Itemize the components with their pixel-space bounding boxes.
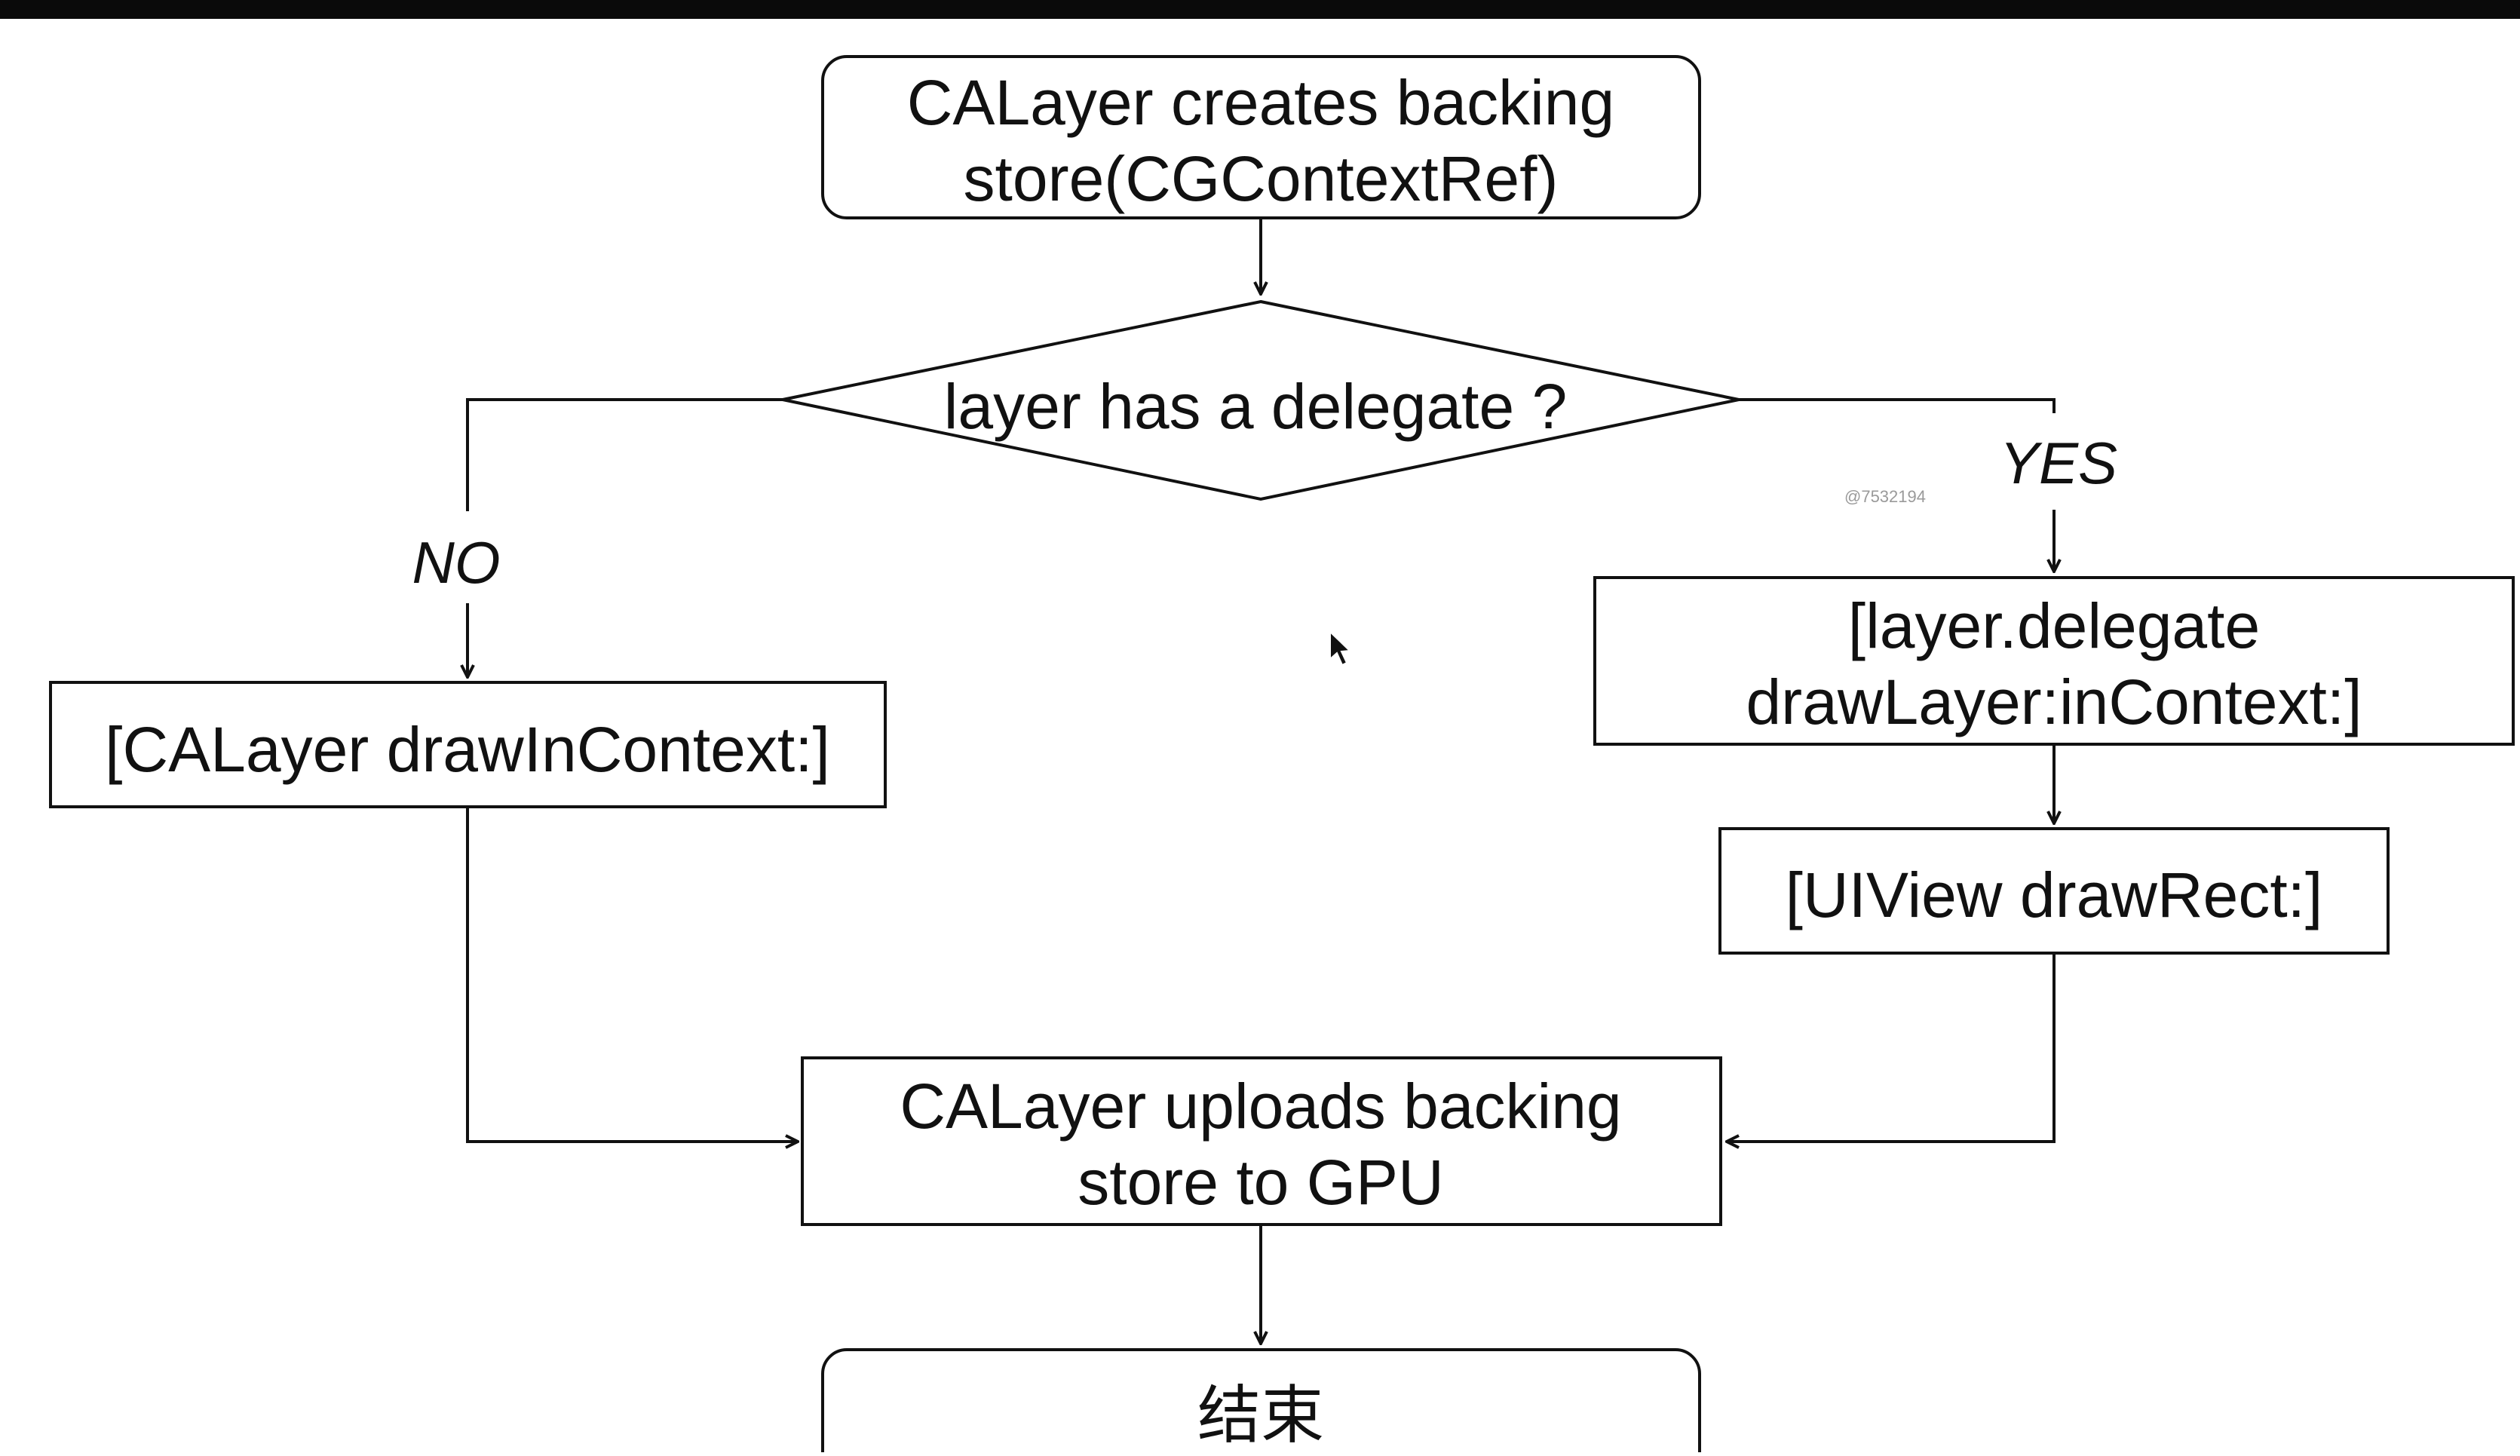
- drawrect-node: [UIView drawRect:]: [1718, 827, 2390, 955]
- decision-label: layer has a delegate ?: [944, 371, 1568, 442]
- flowchart-canvas: CALayer creates backing store(CGContextR…: [0, 0, 2520, 1456]
- connector-no-action-to-upload: [466, 807, 798, 1142]
- start-node: CALayer creates backing store(CGContextR…: [821, 55, 1701, 219]
- yes-branch-label: YES: [2000, 430, 2117, 496]
- no-action-label: [CALayer drawInContext:]: [105, 714, 830, 785]
- start-node-line-1: CALayer creates backing: [907, 67, 1614, 138]
- drawrect-label: [UIView drawRect:]: [1786, 860, 2323, 930]
- no-branch-label: NO: [412, 529, 501, 596]
- mouse-cursor-icon: [1329, 630, 1352, 667]
- upload-node: CALayer uploads backing store to GPU: [801, 1056, 1722, 1226]
- connector-decision-to-yes: [1739, 398, 2056, 413]
- end-node-label: 结束: [1197, 1380, 1324, 1451]
- yes-action-node: [layer.delegate drawLayer:inContext:]: [1593, 576, 2515, 746]
- start-node-line-2: store(CGContextRef): [964, 143, 1559, 214]
- window-top-bar: [0, 0, 2520, 19]
- end-node: 结束: [821, 1348, 1701, 1456]
- connector-decision-to-no: [466, 398, 783, 511]
- connector-drawrect-to-upload: [1727, 953, 2056, 1142]
- decision-node: layer has a delegate ?: [782, 299, 1740, 501]
- flowchart-diagram: CALayer creates backing store(CGContextR…: [49, 55, 2515, 1456]
- upload-line-1: CALayer uploads backing: [900, 1071, 1621, 1142]
- upload-line-2: store to GPU: [1078, 1147, 1444, 1218]
- yes-action-line-2: drawLayer:inContext:]: [1746, 667, 2362, 737]
- no-action-node: [CALayer drawInContext:]: [49, 681, 887, 808]
- yes-action-line-1: [layer.delegate: [1848, 590, 2260, 661]
- watermark: @7532194: [1844, 487, 1926, 506]
